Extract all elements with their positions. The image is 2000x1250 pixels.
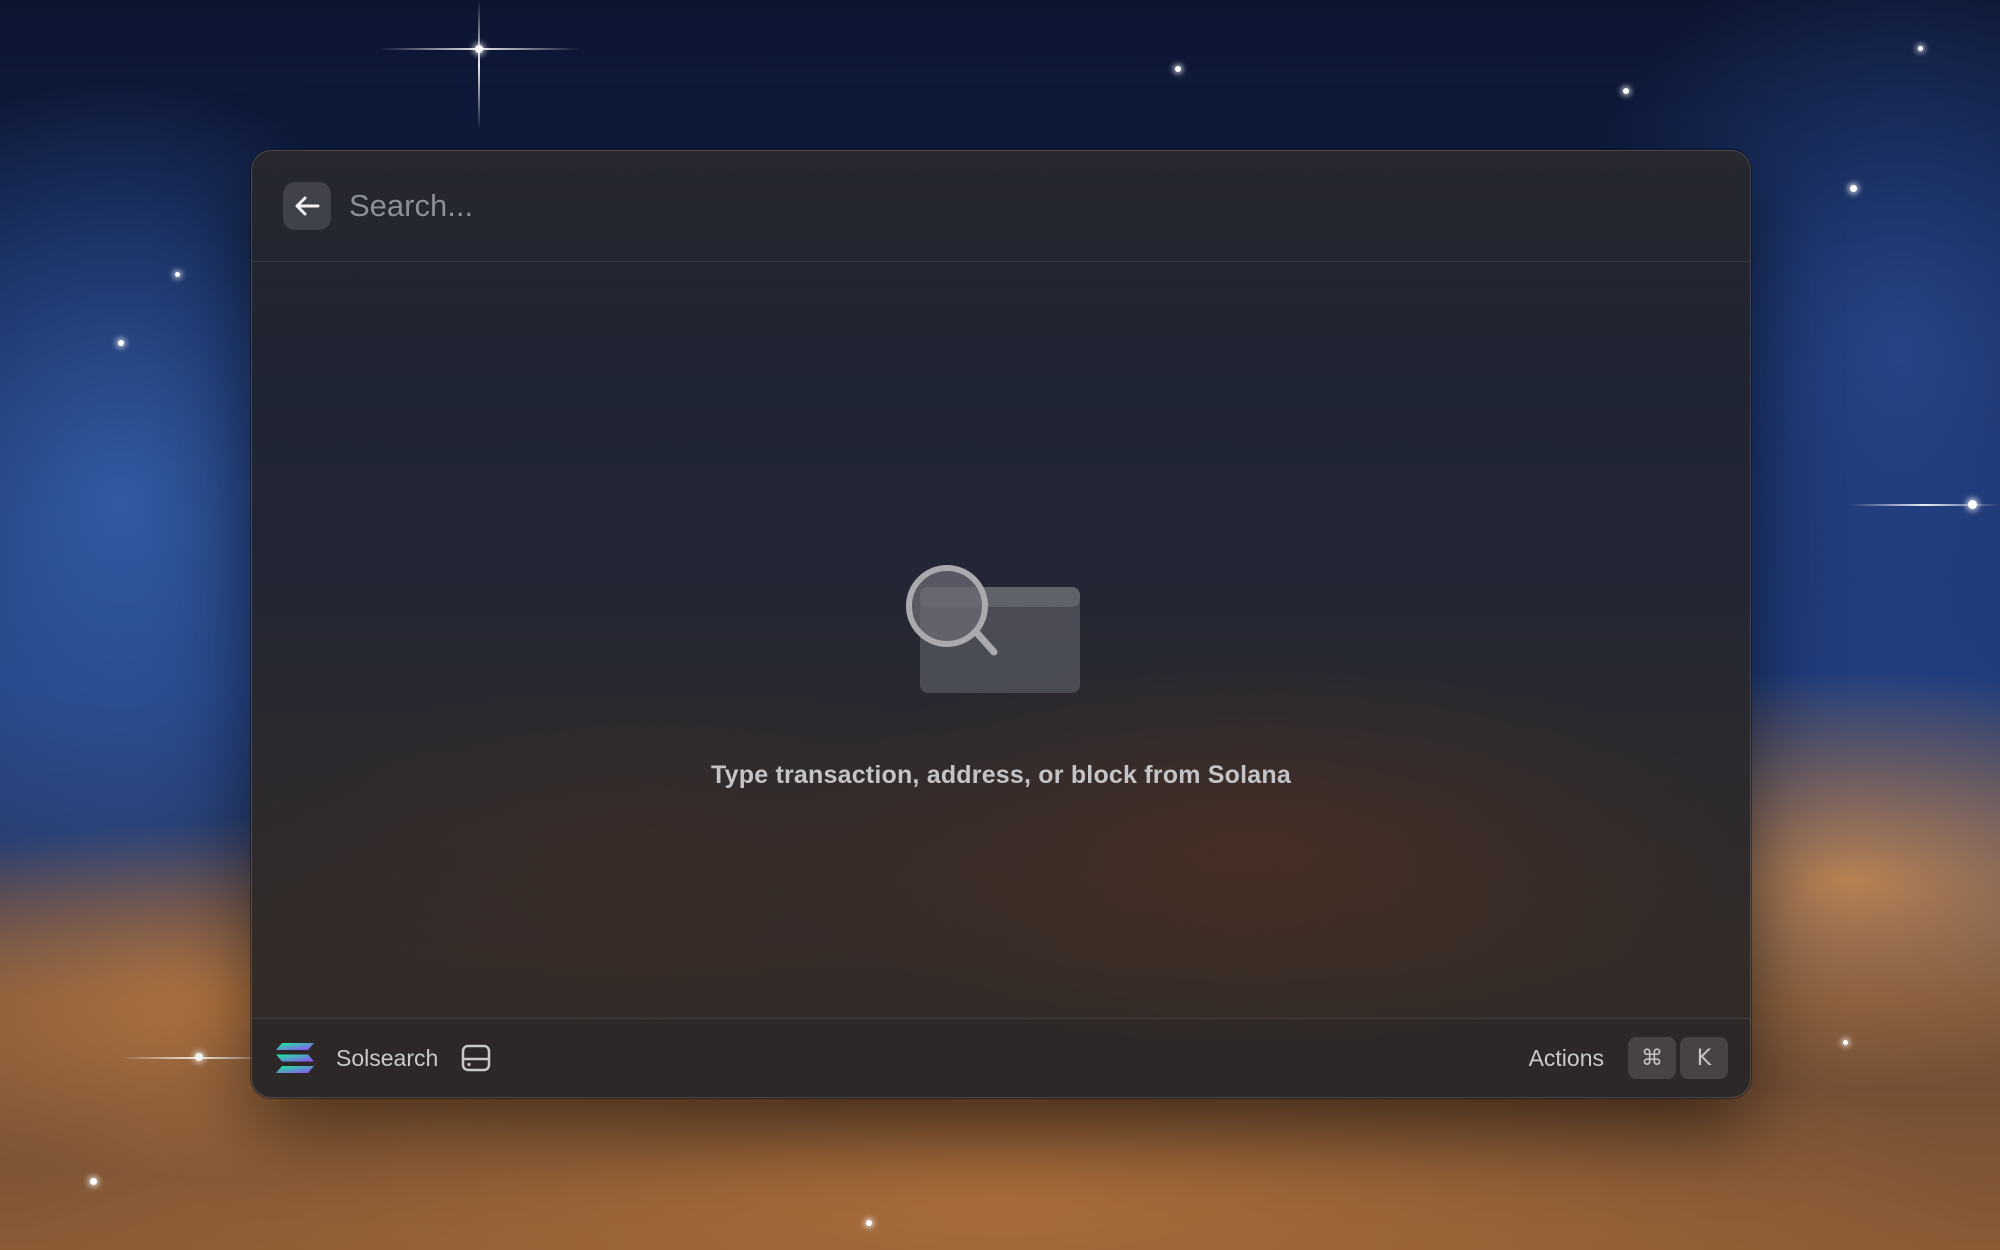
actions-label: Actions	[1528, 1044, 1604, 1071]
k-key-badge: K	[1680, 1037, 1728, 1079]
wallpaper-star	[1175, 66, 1181, 72]
solana-logo-icon	[276, 1043, 314, 1073]
storage-drive-icon	[460, 1042, 492, 1074]
wallpaper-star-flare	[1850, 504, 2000, 506]
wallpaper-star-flare	[478, 0, 480, 130]
launcher-window: Type transaction, address, or block from…	[251, 150, 1751, 1098]
wallpaper-star	[118, 340, 124, 346]
wallpaper-star	[175, 272, 180, 277]
wallpaper-star-flare	[380, 48, 580, 50]
wallpaper-star	[90, 1178, 97, 1185]
command-key-badge: ⌘	[1628, 1037, 1676, 1079]
wallpaper-star	[1918, 46, 1923, 51]
back-button[interactable]	[283, 182, 331, 230]
arrow-left-icon	[295, 196, 320, 216]
wallpaper-star	[866, 1220, 872, 1226]
wallpaper-star	[1843, 1040, 1848, 1045]
search-bar	[252, 151, 1750, 262]
empty-state-message: Type transaction, address, or block from…	[711, 761, 1291, 789]
desktop-wallpaper: Type transaction, address, or block from…	[0, 0, 2000, 1250]
wallpaper-star	[1850, 185, 1857, 192]
search-input[interactable]	[347, 175, 1750, 237]
empty-state: Type transaction, address, or block from…	[252, 261, 1750, 969]
wallpaper-star	[1623, 88, 1629, 94]
magnifier-over-window-icon	[906, 565, 1080, 693]
actions-button[interactable]: Actions ⌘ K	[1529, 1037, 1728, 1079]
footer-bar: Solsearch Actions ⌘ K	[252, 1018, 1750, 1097]
extension-name: Solsearch	[336, 1044, 439, 1071]
